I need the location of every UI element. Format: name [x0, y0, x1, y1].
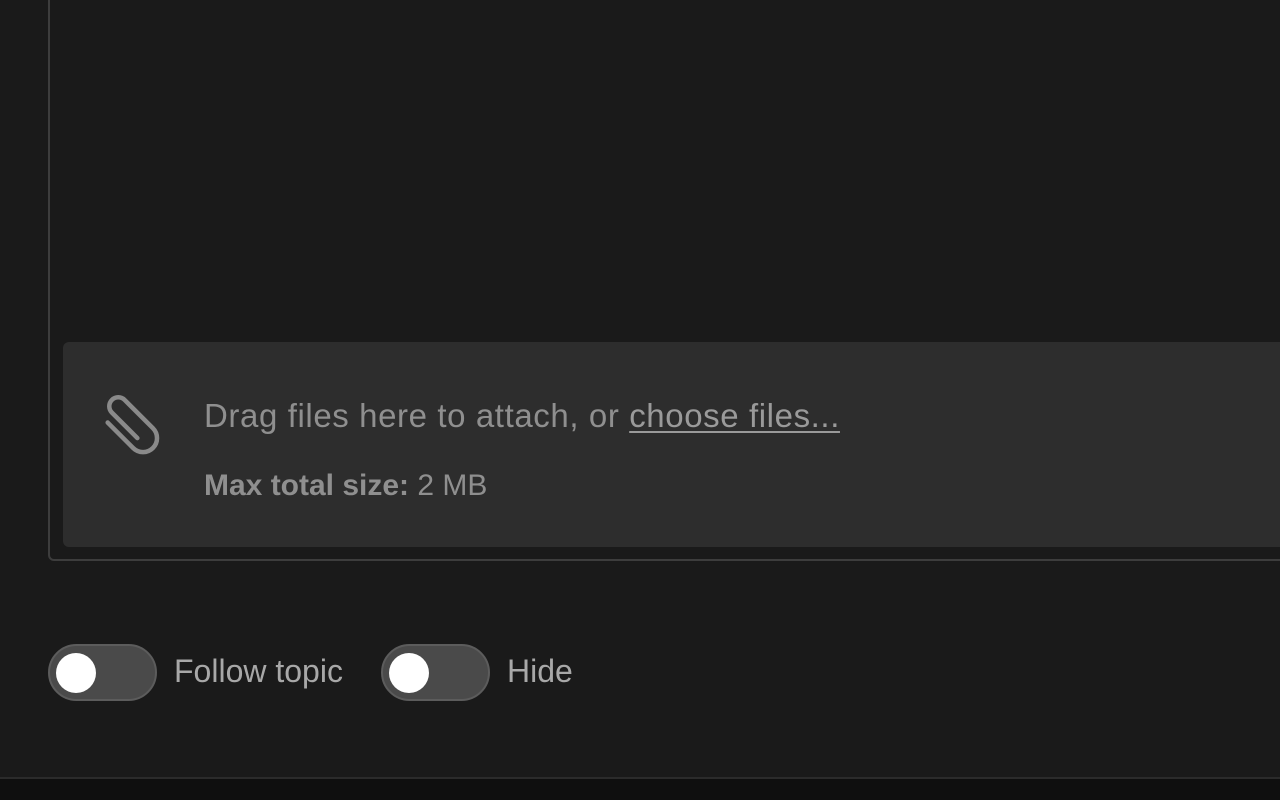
choose-files-link[interactable]: choose files...	[629, 397, 840, 434]
follow-topic-toggle[interactable]	[48, 644, 157, 701]
bottom-bar	[0, 777, 1280, 800]
toggle-knob	[56, 653, 96, 693]
hide-label: Hide	[507, 653, 573, 689]
toggle-knob	[389, 653, 429, 693]
paperclip-icon	[96, 383, 166, 455]
file-drop-zone[interactable]	[63, 342, 1280, 547]
hide-toggle[interactable]	[381, 644, 490, 701]
max-size-info: Max total size: 2 MB	[204, 469, 487, 503]
max-size-label: Max total size:	[204, 469, 410, 502]
follow-topic-label: Follow topic	[174, 653, 343, 689]
drag-files-text: Drag files here to attach, or	[204, 397, 630, 434]
drop-zone-instructions: Drag files here to attach, or choose fil…	[204, 397, 840, 435]
max-size-value: 2 MB	[409, 469, 488, 502]
